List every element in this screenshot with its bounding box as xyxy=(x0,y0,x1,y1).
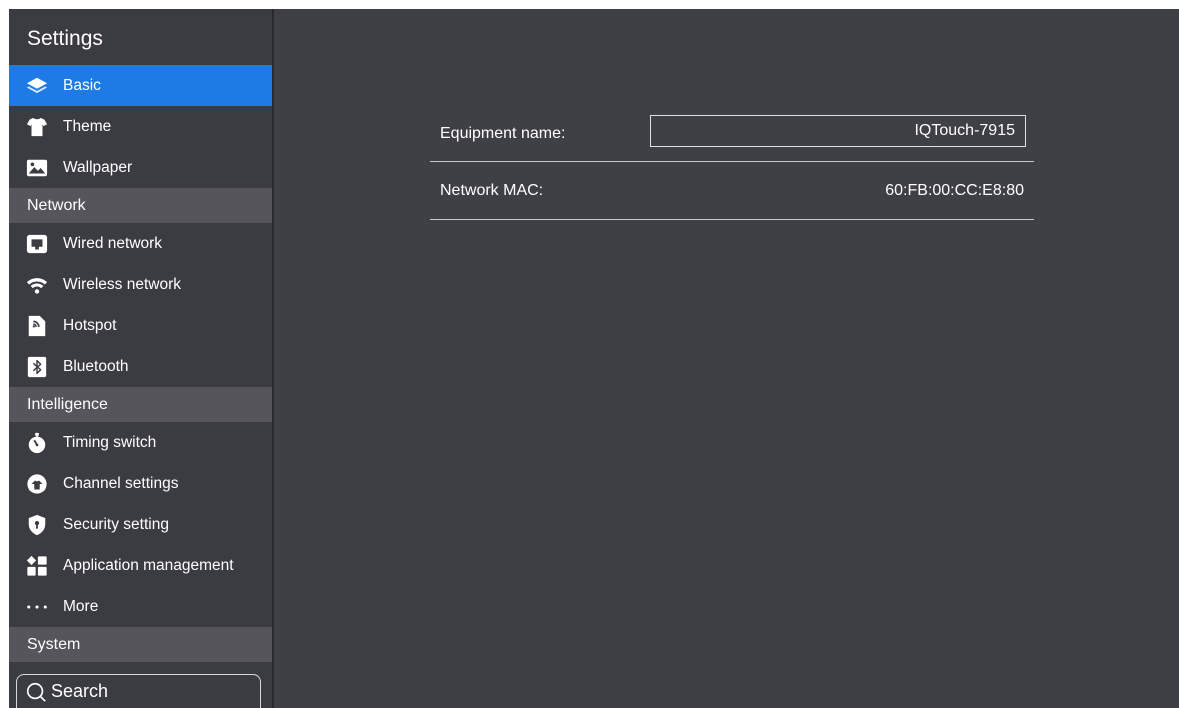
search-label: Search xyxy=(51,681,109,701)
sidebar-item-application-management[interactable]: Application management xyxy=(9,545,272,586)
sidebar-item-timing-switch[interactable]: Timing switch xyxy=(9,422,272,463)
layers-icon xyxy=(25,74,49,98)
sidebar-item-label: Basic xyxy=(63,76,101,94)
sidebar-item-label: Channel settings xyxy=(63,474,179,492)
sidebar-item-security-setting[interactable]: Security setting xyxy=(9,504,272,545)
sidebar-menu: Basic Theme Wallpaper Network Wired netw… xyxy=(9,65,272,662)
section-intelligence: Intelligence xyxy=(9,387,272,422)
search-box[interactable]: Search xyxy=(16,674,261,708)
sidebar-item-label: More xyxy=(63,597,99,615)
equipment-name-field[interactable]: IQTouch-7915 xyxy=(650,115,1026,147)
apps-icon xyxy=(25,554,49,578)
equipment-name-label: Equipment name: xyxy=(440,125,566,142)
sidebar-item-bluetooth[interactable]: Bluetooth xyxy=(9,346,272,387)
sidebar-item-label: Hotspot xyxy=(63,316,117,334)
shirt-icon xyxy=(25,115,49,139)
sidebar-item-label: Security setting xyxy=(63,515,169,533)
sidebar-item-label: Wired network xyxy=(63,234,163,252)
sidebar-item-label: Theme xyxy=(63,117,112,135)
sidebar-item-label: Wallpaper xyxy=(63,158,133,176)
hotspot-icon xyxy=(25,314,49,338)
section-network: Network xyxy=(9,188,272,223)
sidebar-item-hotspot[interactable]: Hotspot xyxy=(9,305,272,346)
channel-icon xyxy=(25,472,49,496)
ethernet-icon xyxy=(25,232,49,256)
sidebar-item-basic[interactable]: Basic xyxy=(9,65,272,106)
sidebar-item-label: Application management xyxy=(63,556,234,574)
sidebar-title: Settings xyxy=(27,27,103,50)
sidebar-item-wireless-network[interactable]: Wireless network xyxy=(9,264,272,305)
more-icon xyxy=(25,595,49,619)
section-system: System xyxy=(9,627,272,662)
network-mac-value: 60:FB:00:CC:E8:80 xyxy=(885,182,1024,199)
sidebar-item-channel-settings[interactable]: Channel settings xyxy=(9,463,272,504)
search-icon xyxy=(25,681,47,703)
wifi-icon xyxy=(25,273,49,297)
sidebar-item-label: Wireless network xyxy=(63,275,181,293)
sidebar-item-label: Bluetooth xyxy=(63,357,129,375)
network-mac-label: Network MAC: xyxy=(440,182,544,199)
sidebar-item-wired-network[interactable]: Wired network xyxy=(9,223,272,264)
settings-window: Settings Basic Theme Wallpaper Network W… xyxy=(9,9,1179,708)
network-mac-row: Network MAC: 60:FB:00:CC:E8:80 xyxy=(430,162,1034,220)
sidebar-item-theme[interactable]: Theme xyxy=(9,106,272,147)
sidebar-item-more[interactable]: More xyxy=(9,586,272,627)
image-icon xyxy=(25,156,49,180)
stopwatch-icon xyxy=(25,431,49,455)
shield-icon xyxy=(25,513,49,537)
sidebar-item-wallpaper[interactable]: Wallpaper xyxy=(9,147,272,188)
sidebar: Settings Basic Theme Wallpaper Network W… xyxy=(9,9,274,708)
main-content: Equipment name: IQTouch-7915 Network MAC… xyxy=(274,9,1179,708)
bluetooth-icon xyxy=(25,355,49,379)
sidebar-item-label: Timing switch xyxy=(63,433,157,451)
equipment-name-row: Equipment name: IQTouch-7915 xyxy=(430,107,1034,162)
